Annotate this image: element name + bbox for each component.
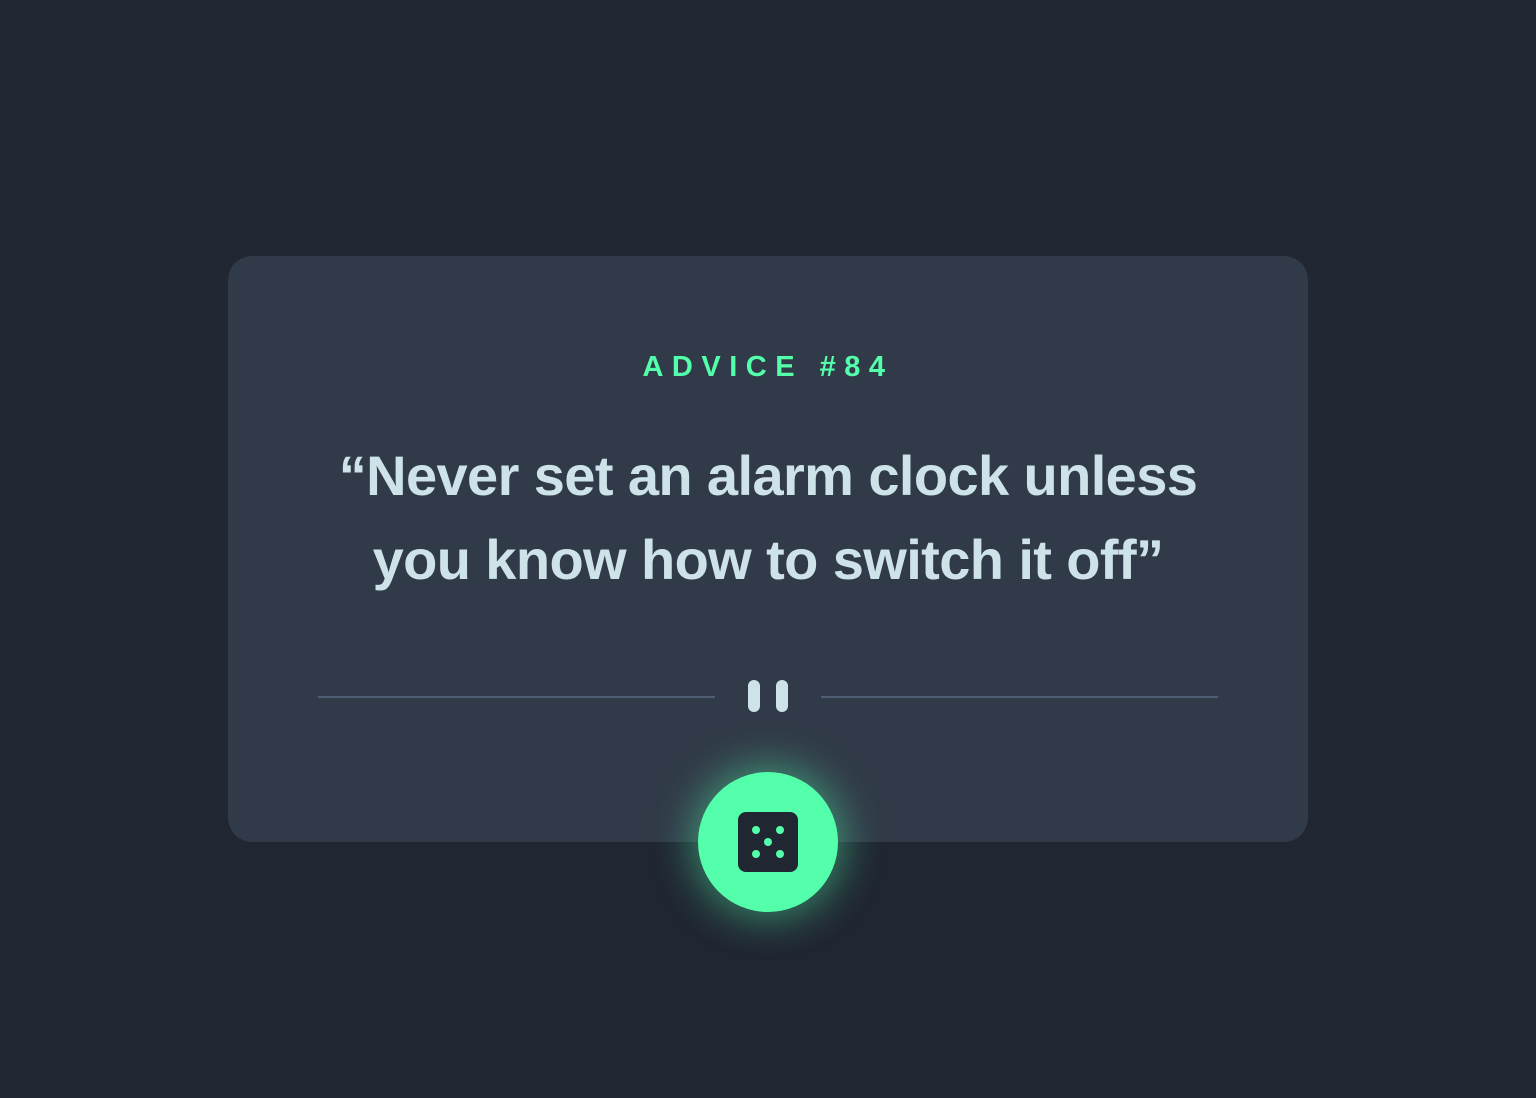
pause-bar-left (748, 680, 760, 712)
page: ADVICE #84 “Never set an alarm clock unl… (0, 0, 1536, 1098)
dice-button[interactable] (698, 772, 838, 912)
advice-id-label: ADVICE #84 (642, 351, 894, 383)
divider-line-left (318, 696, 715, 698)
dice-icon (738, 812, 798, 872)
pause-bar-right (776, 680, 788, 712)
advice-quote: “Never set an alarm clock unless you kno… (338, 444, 1198, 591)
pause-icon (747, 680, 789, 712)
divider-line-right (821, 696, 1218, 698)
